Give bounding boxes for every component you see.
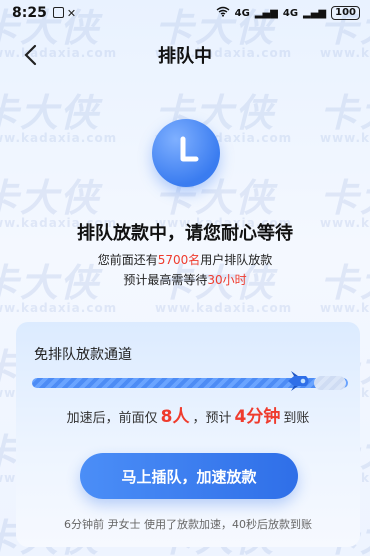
accel-time: 4分钟 bbox=[234, 407, 281, 427]
rocket-icon bbox=[286, 370, 312, 392]
queue-wait-text: 预计最高需等待30小时 bbox=[0, 271, 370, 288]
status-time: 8:25 bbox=[12, 5, 47, 21]
status-bar: 8:25 ✕ 4G ▂▄▆ 4G ▂▄▆ 100 bbox=[0, 0, 370, 26]
queue-ahead-text: 您前面还有5700名用户排队放款 bbox=[0, 251, 370, 268]
silent-mode-icon: ✕ bbox=[66, 6, 77, 20]
back-button[interactable] bbox=[18, 42, 42, 68]
nav-bar: 排队中 bbox=[0, 30, 370, 80]
ahead-count: 5700名 bbox=[157, 253, 201, 267]
fast-lane-card: 免排队放款通道 加速后，前面仅 8人 ，预计 4分钟 到账 马上插队，加速放款 6分钟前… bbox=[16, 322, 360, 547]
watermark: 卡大侠www.kadaxia.com bbox=[0, 91, 118, 145]
signal-2-icon: ▂▄▆ bbox=[303, 7, 327, 19]
accel-prefix: 加速后，前面仅 bbox=[66, 411, 158, 426]
fast-lane-title: 免排队放款通道 bbox=[34, 347, 132, 363]
notification-icon bbox=[52, 6, 64, 18]
wait-prefix: 预计最高需等待 bbox=[123, 273, 208, 287]
signal-2-label: 4G bbox=[282, 7, 299, 19]
ahead-prefix: 您前面还有 bbox=[97, 253, 158, 267]
ahead-suffix: 用户排队放款 bbox=[200, 253, 273, 267]
accel-count: 8人 bbox=[160, 407, 190, 427]
watermark: 卡大侠www.kadaxia.com bbox=[320, 91, 370, 145]
chevron-left-icon bbox=[24, 44, 37, 66]
wifi-icon bbox=[216, 6, 230, 20]
footer-note: 6分钟前 尹女士 使用了放款加速，40秒后放款到账 bbox=[64, 518, 312, 531]
page-title: 排队中 bbox=[158, 46, 212, 67]
notification-icons: ✕ bbox=[52, 6, 77, 20]
status-right: 4G ▂▄▆ 4G ▂▄▆ 100 bbox=[216, 6, 360, 20]
battery-icon: 100 bbox=[331, 6, 360, 20]
accel-mid: ，预计 bbox=[192, 411, 232, 426]
progress-remaining bbox=[314, 376, 346, 390]
signal-1-label: 4G bbox=[234, 7, 250, 19]
accel-suffix: 到账 bbox=[283, 411, 310, 426]
clock-icon bbox=[152, 119, 220, 187]
signal-1-icon: ▂▄▆ bbox=[254, 7, 278, 19]
queue-headline: 排队放款中，请您耐心等待 bbox=[77, 223, 293, 244]
wait-time: 30小时 bbox=[207, 273, 247, 287]
accel-info: 加速后，前面仅 8人 ，预计 4分钟 到账 bbox=[16, 402, 360, 427]
jump-queue-button[interactable]: 马上插队，加速放款 bbox=[80, 453, 298, 499]
